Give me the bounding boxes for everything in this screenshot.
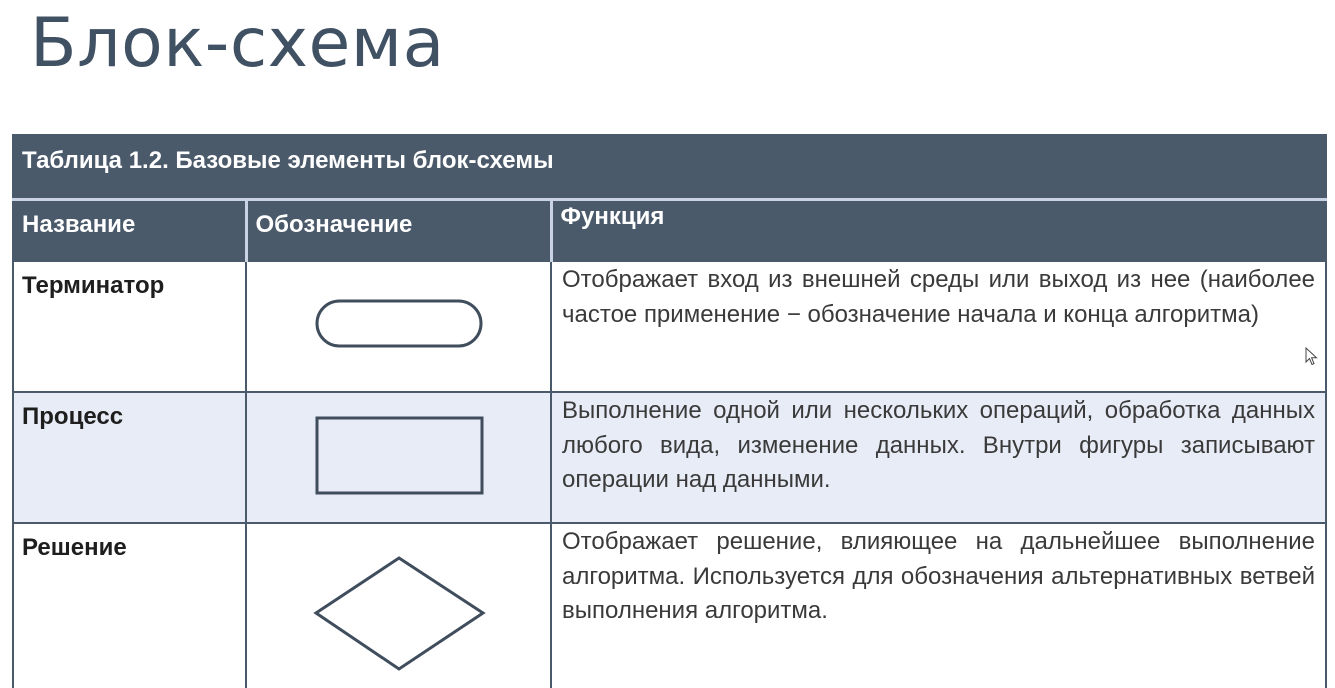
process-rectangle-icon bbox=[315, 416, 484, 495]
column-header-function: Функция bbox=[549, 198, 1328, 262]
row-name-process: Процесс bbox=[12, 391, 247, 524]
decision-diamond-icon bbox=[313, 556, 486, 671]
table-row: Процесс Выполнение одной или нескольких … bbox=[12, 391, 1328, 524]
terminator-oval-icon bbox=[315, 299, 483, 348]
table-caption: Таблица 1.2. Базовые элементы блок-схемы bbox=[11, 134, 1328, 201]
row-name-decision: Решение bbox=[12, 522, 247, 688]
column-header-symbol: Обозначение bbox=[244, 198, 552, 262]
column-header-function-label: Функция bbox=[560, 202, 665, 230]
slide-title: Блок-схема bbox=[30, 4, 445, 83]
column-header-name-label: Название bbox=[22, 210, 136, 238]
row-function-decision: Отображает решение, влияющее на дальнейш… bbox=[549, 522, 1328, 688]
table-row: Терминатор Отображает вход из внешней ср… bbox=[12, 260, 1328, 393]
flowchart-elements-table: Таблица 1.2. Базовые элементы блок-схемы… bbox=[11, 134, 1328, 688]
column-header-symbol-label: Обозначение bbox=[255, 210, 413, 238]
row-function-process: Выполнение одной или нескольких операций… bbox=[549, 391, 1328, 524]
row-function-terminator: Отображает вход из внешней среды или вых… bbox=[549, 260, 1328, 393]
symbol-cell bbox=[245, 391, 552, 524]
column-header-name: Название bbox=[12, 198, 247, 262]
row-name-terminator: Терминатор bbox=[12, 260, 247, 393]
mouse-pointer-icon bbox=[1305, 347, 1318, 366]
table-row: Решение Отображает решение, влияющее на … bbox=[12, 522, 1328, 688]
symbol-cell bbox=[245, 522, 552, 688]
symbol-cell bbox=[245, 260, 552, 393]
